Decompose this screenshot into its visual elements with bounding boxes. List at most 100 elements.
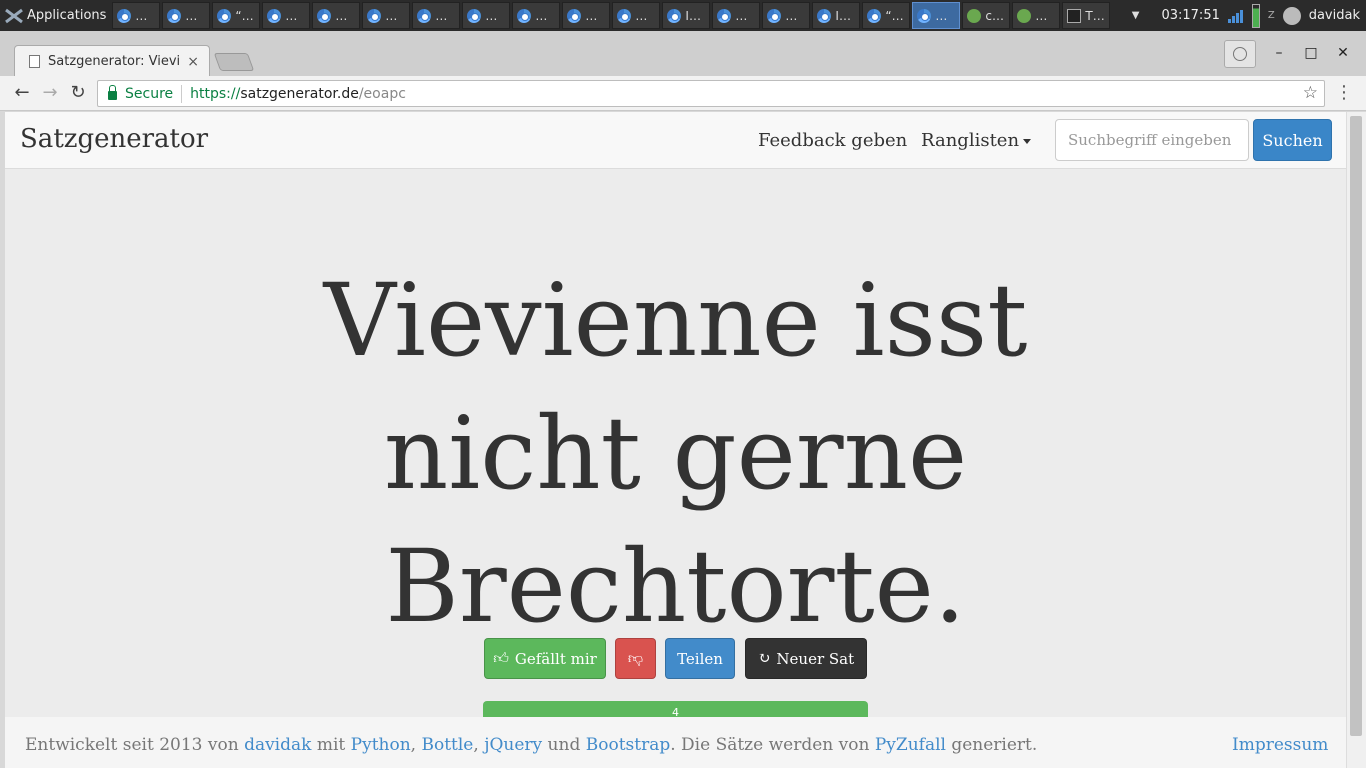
- clock[interactable]: 03:17:51: [1161, 8, 1219, 23]
- taskbar-window-label: …: [1035, 8, 1048, 23]
- new-tab-button[interactable]: [213, 53, 255, 71]
- keyboard-layout-icon[interactable]: Z: [1268, 10, 1275, 21]
- like-label: Gefällt mir: [514, 649, 597, 668]
- maximize-button[interactable]: □: [1300, 43, 1322, 63]
- browser-menu-icon[interactable]: ⋮: [1334, 81, 1354, 105]
- python-link[interactable]: Python: [351, 735, 411, 755]
- taskbar-window-label: …: [935, 8, 948, 23]
- taskbar-window-button[interactable]: T…: [1062, 2, 1111, 29]
- impressum-link[interactable]: Impressum: [1232, 735, 1328, 755]
- taskbar-window-button[interactable]: …: [762, 2, 811, 29]
- session-user[interactable]: davidak: [1309, 8, 1360, 23]
- pyzufall-link[interactable]: PyZufall: [875, 735, 946, 755]
- taskbar-window-button[interactable]: …: [612, 2, 661, 29]
- taskbar-window-button[interactable]: …: [1012, 2, 1061, 29]
- taskbar-window-button[interactable]: …: [712, 2, 761, 29]
- search-button[interactable]: Suchen: [1253, 119, 1332, 161]
- taskbar-window-label: …: [635, 8, 648, 23]
- taskbar-window-button[interactable]: “…: [862, 2, 911, 29]
- sentence-line-2: nicht gerne: [383, 395, 968, 512]
- network-signal-icon[interactable]: [1227, 9, 1244, 23]
- tray-menu-icon[interactable]: ▼: [1132, 10, 1140, 21]
- taskbar-window-label: “…: [235, 8, 254, 23]
- profile-button[interactable]: [1224, 40, 1256, 68]
- new-sentence-label: Neuer Sat: [776, 649, 855, 668]
- new-sentence-button[interactable]: ↻ Neuer Sat: [745, 638, 867, 679]
- chrome-icon: [167, 8, 182, 23]
- taskbar-window-button[interactable]: …: [112, 2, 161, 29]
- taskbar-window-button[interactable]: …: [912, 2, 961, 29]
- close-window-button[interactable]: ✕: [1332, 43, 1354, 63]
- taskbar-window-button[interactable]: …: [562, 2, 611, 29]
- chrome-icon: [217, 8, 232, 23]
- dislike-button[interactable]: 👎︎: [615, 638, 656, 679]
- site-brand[interactable]: Satzgenerator: [20, 124, 208, 154]
- bookmark-star-icon[interactable]: ☆: [1303, 83, 1318, 103]
- taskbar-window-label: T…: [1085, 8, 1105, 23]
- taskbar-window-button[interactable]: “…: [212, 2, 261, 29]
- browser-tab-strip: Satzgenerator: Vievi ×: [0, 31, 1366, 77]
- taskbar-window-label: …: [285, 8, 298, 23]
- sentence-line-1: Vievienne isst: [323, 262, 1028, 379]
- reload-button[interactable]: ↻: [66, 81, 90, 105]
- thumbs-up-icon: 👍︎: [493, 649, 509, 667]
- taskbar-window-button[interactable]: c…: [962, 2, 1011, 29]
- task-list: … … “… … … … … … … … … I… … … I… “… … c… … T…: [112, 2, 1112, 29]
- nav-feedback-link[interactable]: Feedback geben: [758, 130, 907, 151]
- tab-close-icon[interactable]: ×: [187, 54, 199, 70]
- tab-title: Satzgenerator: Vievi: [48, 54, 180, 69]
- taskbar-window-label: …: [735, 8, 748, 23]
- nav-ranglisten-dropdown[interactable]: Ranglisten: [921, 130, 1032, 151]
- url-host: satzgenerator.de: [240, 85, 359, 102]
- web-page: Satzgenerator Feedback geben Ranglisten …: [5, 112, 1346, 768]
- taskbar-window-button[interactable]: …: [462, 2, 511, 29]
- page-scrollbar[interactable]: [1346, 112, 1366, 768]
- tab-satzgenerator[interactable]: Satzgenerator: Vievi ×: [14, 45, 210, 77]
- bootstrap-link[interactable]: Bootstrap: [586, 735, 671, 755]
- lock-icon: [108, 84, 117, 100]
- chrome-icon: [267, 8, 282, 23]
- url-scheme: https://: [190, 85, 241, 102]
- taskbar-window-button[interactable]: …: [162, 2, 211, 29]
- refresh-icon: ↻: [757, 649, 771, 667]
- caret-down-icon: [1023, 138, 1032, 144]
- battery-icon[interactable]: [1251, 3, 1260, 28]
- taskbar-window-button[interactable]: …: [412, 2, 461, 29]
- like-button[interactable]: 👍︎ Gefällt mir: [484, 638, 606, 679]
- app-icon: [967, 8, 982, 23]
- author-link[interactable]: davidak: [244, 735, 311, 755]
- chrome-icon: [867, 8, 882, 23]
- scrollbar-thumb[interactable]: [1350, 116, 1362, 736]
- footer-mit: mit: [311, 735, 351, 755]
- app-icon: [1017, 8, 1032, 23]
- forward-button[interactable]: →: [38, 81, 62, 105]
- jquery-link[interactable]: jQuery: [484, 735, 542, 755]
- taskbar-window-button[interactable]: I…: [662, 2, 711, 29]
- taskbar-window-button[interactable]: I…: [812, 2, 861, 29]
- taskbar-window-label: c…: [985, 8, 1005, 23]
- sentence-line-3: Brechtorte.: [385, 528, 966, 645]
- taskbar-window-button[interactable]: …: [362, 2, 411, 29]
- page-icon: [29, 55, 40, 68]
- taskbar-window-button[interactable]: …: [512, 2, 561, 29]
- secure-label: Secure: [125, 85, 174, 102]
- share-label: Teilen: [677, 649, 723, 668]
- hero-section: Vievienne isst nicht gerne Brechtorte. 👍…: [5, 169, 1346, 724]
- chrome-icon: [367, 8, 382, 23]
- address-bar[interactable]: Secure https://satzgenerator.de/eoapc ☆: [97, 80, 1325, 107]
- site-navbar: Satzgenerator Feedback geben Ranglisten …: [5, 112, 1346, 169]
- search-input[interactable]: [1055, 119, 1249, 161]
- back-button[interactable]: ←: [10, 81, 34, 105]
- chrome-icon: [517, 8, 532, 23]
- thumbs-down-icon: 👎︎: [627, 649, 644, 667]
- taskbar-window-button[interactable]: …: [312, 2, 361, 29]
- taskbar-window-label: …: [535, 8, 548, 23]
- volume-icon[interactable]: [1282, 6, 1301, 25]
- applications-menu[interactable]: Applications: [0, 0, 112, 31]
- taskbar-window-button[interactable]: …: [262, 2, 311, 29]
- minimize-button[interactable]: –: [1268, 43, 1290, 63]
- share-button[interactable]: Teilen: [665, 638, 735, 679]
- bottle-link[interactable]: Bottle: [421, 735, 473, 755]
- chrome-icon: [417, 8, 432, 23]
- site-footer: Entwickelt seit 2013 von davidak mit Pyt…: [5, 717, 1346, 768]
